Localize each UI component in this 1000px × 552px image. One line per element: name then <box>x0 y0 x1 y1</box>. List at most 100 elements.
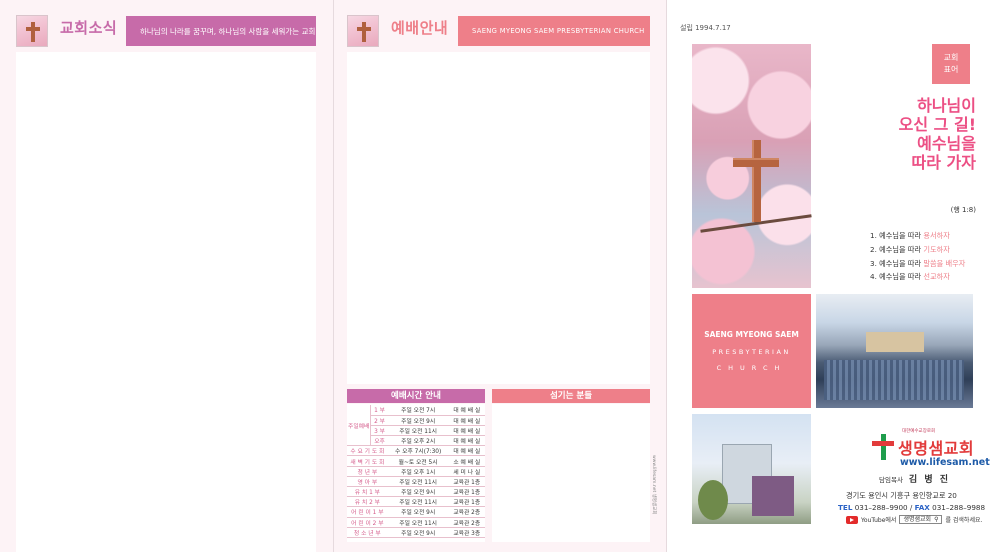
cross-icon <box>752 140 761 222</box>
schedule-name: 3 부 <box>370 425 388 437</box>
cross-thumbnail-image <box>16 15 48 47</box>
table-row: 청 소 년 부 주일 오전 9시 교육관 3층 <box>347 527 485 538</box>
church-motto: 하나님이 오신 그 길! 예수님을 따라 가자 <box>899 96 976 172</box>
table-row: 새 벽 기 도 회 월~토 오전 5시 소 예 배 실 <box>347 455 485 467</box>
servers-title: 섬기는 분들 <box>492 389 650 403</box>
english-name-box: SAENG MYEONG SAEM PRESBYTERIAN CHURCH <box>692 294 811 408</box>
search-icon: ⚲ <box>934 515 939 523</box>
schedule-place: 교육관 1층 <box>448 476 485 488</box>
motto-line: 예수님을 <box>917 134 976 153</box>
schedule-name: 수 요 기 도 회 <box>347 445 388 457</box>
schedule-time: 주일 오후 1시 <box>387 466 449 477</box>
youtube-search-hint: YouTube에서 생명샘교회 ⚲ 를 검색하세요. <box>846 515 982 524</box>
schedule-name: 1 부 <box>370 405 388 416</box>
schedule-time: 주일 오전 11시 <box>387 476 449 488</box>
table-row: 어 린 이 1 부 주일 오전 9시 교육관 2층 <box>347 506 485 518</box>
motto-tag-line: 교회 <box>943 53 959 62</box>
contact-numbers: TEL 031–288–9900 / FAX 031–288–9988 <box>838 503 986 512</box>
pastor-name: 김 병 진 <box>908 475 951 485</box>
worship-content-area <box>347 52 650 384</box>
rule-item: 4. 예수님을 따라 선교하자 <box>870 272 950 282</box>
news-content-area <box>16 52 316 552</box>
schedule-name: 새 벽 기 도 회 <box>347 455 388 467</box>
table-row: 영 아 부 주일 오전 11시 교육관 1층 <box>347 476 485 488</box>
church-cross-logo-icon <box>872 434 894 460</box>
church-name: 생명샘교회 <box>898 439 975 458</box>
motto-tag: 교회 표어 <box>932 44 970 84</box>
table-row: 수 요 기 도 회수 오후 7시(7:30) 대 예 배 실 <box>347 445 485 457</box>
servers-content-area <box>492 404 650 542</box>
page-title: 교회소식 <box>60 19 118 37</box>
schedule-time: 주일 오후 2시 <box>387 435 449 447</box>
website-link[interactable]: www.lifesam.net <box>900 457 990 468</box>
page-title: 예배안내 <box>391 19 449 37</box>
schedule-place: 교육관 1층 <box>448 486 485 498</box>
english-name-line: SAENG MYEONG SAEM <box>704 330 799 339</box>
schedule-place: 대 예 배 실 <box>448 425 485 437</box>
church-address: 경기도 용인시 기흥구 용인향교로 20 <box>846 491 957 500</box>
youtube-search-box: 생명샘교회 ⚲ <box>899 515 943 524</box>
schedule-place: 대 예 배 실 <box>448 405 485 416</box>
schedule-place: 교육관 3층 <box>448 527 485 538</box>
schedule-place: 소 예 배 실 <box>448 455 485 467</box>
motto-line: 따라 가자 <box>911 153 976 172</box>
cross-thumbnail-image <box>347 15 379 47</box>
schedule-place: 교육관 1층 <box>448 496 485 508</box>
tel-label: TEL <box>838 503 853 512</box>
rule-item: 2. 예수님을 따라 기도하자 <box>870 244 950 254</box>
tel-number: 031–288–9900 <box>854 503 908 512</box>
english-name-line: PRESBYTERIAN <box>712 348 791 356</box>
schedule-place: 대 예 배 실 <box>448 445 485 457</box>
denomination-name: 대한예수교장로회 <box>902 429 936 434</box>
table-row: 주일예배 1 부 주일 오전 7시 대 예 배 실 <box>347 405 485 447</box>
search-term: 생명샘교회 <box>903 515 932 523</box>
table-row: 청 년 부 주일 오후 1시 세 미 나 실 <box>347 466 485 477</box>
schedule-title: 예배시간 안내 <box>347 389 485 403</box>
schedule-name: 유 치 1 부 <box>347 486 388 498</box>
motto-line: 오신 그 길! <box>898 115 976 134</box>
motto-rules: 1. 예수님을 따라 용서하자 2. 예수님을 따라 기도하자 3. 예수님을 … <box>870 229 965 284</box>
schedule-time: 주일 오전 9시 <box>387 506 449 518</box>
fax-number: 031–288–9988 <box>932 503 986 512</box>
schedule-place: 교육관 2층 <box>448 517 485 528</box>
sanctuary-photo <box>816 294 973 408</box>
schedule-place: 대 예 배 실 <box>448 435 485 447</box>
schedule-time: 주일 오전 7시 <box>387 405 449 416</box>
table-row: 유 치 1 부 주일 오전 9시 교육관 1층 <box>347 486 485 498</box>
schedule-time: 월~토 오전 5시 <box>387 455 449 467</box>
schedule-time: 주일 오전 9시 <box>387 415 449 426</box>
youtube-icon <box>846 515 858 524</box>
search-suffix: 를 검색하세요. <box>945 517 983 524</box>
page-divider <box>333 0 334 552</box>
schedule-time: 주일 오전 11시 <box>387 496 449 508</box>
schedule-time: 주일 오전 9시 <box>387 486 449 498</box>
youtube-label: YouTube에서 <box>861 517 897 524</box>
schedule-place: 대 예 배 실 <box>448 415 485 426</box>
pastor-info: 담임목사 김 병 진 <box>879 472 950 485</box>
schedule-name: 어 린 이 2 부 <box>347 517 388 528</box>
schedule-place: 교육관 2층 <box>448 506 485 518</box>
vertical-note: www.lifesam.net 생명샘교회 <box>651 455 656 515</box>
motto-tag-line: 표어 <box>943 65 959 74</box>
schedule-name: 2 부 <box>370 415 388 426</box>
rule-item: 3. 예수님을 따라 말씀을 배우자 <box>870 258 966 268</box>
pastor-label: 담임목사 <box>879 476 903 484</box>
schedule-time: 주일 오전 11시 <box>387 517 449 528</box>
schedule-name: 청 소 년 부 <box>347 527 388 538</box>
schedule-group: 주일예배 <box>347 405 372 447</box>
table-row: 유 치 2 부 주일 오전 11시 교육관 1층 <box>347 496 485 508</box>
schedule-name: 어 린 이 1 부 <box>347 506 388 518</box>
schedule-time: 주일 오전 9시 <box>387 527 449 538</box>
established-date: 설립 1994.7.17 <box>680 24 731 32</box>
schedule-time: 수 오후 7시(7:30) <box>387 445 449 457</box>
schedule-name: 유 치 2 부 <box>347 496 388 508</box>
english-name-line: CHURCH <box>716 364 787 372</box>
schedule-name: 청 년 부 <box>347 466 388 477</box>
fax-label: FAX <box>914 503 930 512</box>
header-church-name: SAENG MYEONG SAEM PRESBYTERIAN CHURCH <box>458 16 650 46</box>
worship-schedule-table: 주일예배 1 부 주일 오전 7시 대 예 배 실2 부 주일 오전 9시 대 예 배 실… <box>347 405 485 538</box>
church-building-photo <box>692 414 811 524</box>
schedule-name: 영 아 부 <box>347 476 388 488</box>
motto-line: 하나님이 <box>917 96 976 115</box>
page-divider <box>666 0 667 552</box>
